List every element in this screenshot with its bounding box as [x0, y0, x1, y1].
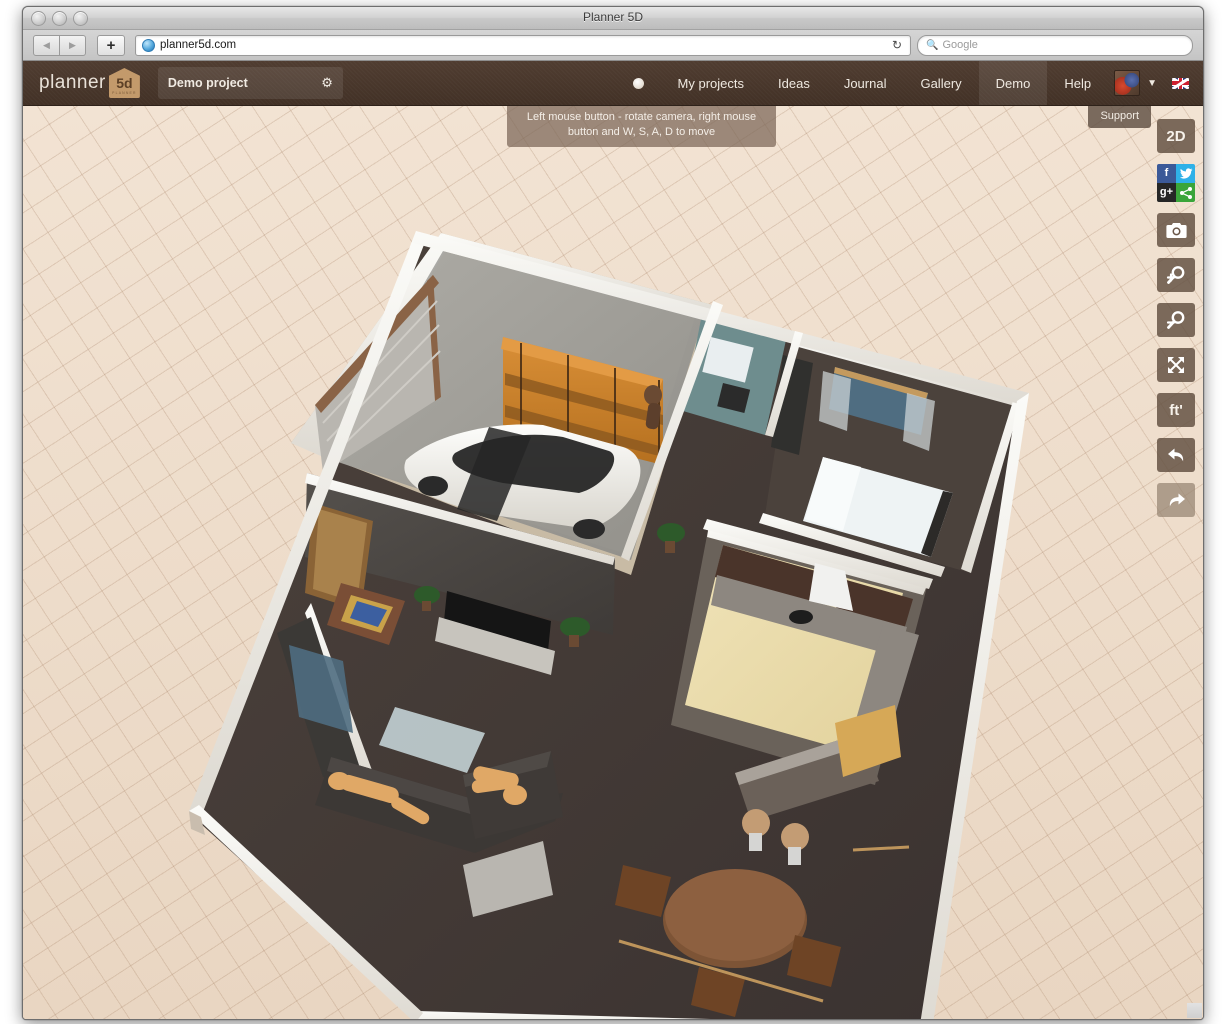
planner5d-logo[interactable]: planner 5d PLANNER	[23, 61, 148, 105]
googleplus-share-button[interactable]: g+	[1157, 183, 1176, 202]
redo-arrow-icon	[1166, 491, 1187, 510]
globe-favicon-icon	[142, 39, 155, 52]
nav-item-demo[interactable]: Demo	[979, 61, 1048, 105]
twitter-bird-icon	[1179, 168, 1193, 180]
app-header: planner 5d PLANNER Demo project ⚙ My pro…	[23, 61, 1203, 106]
camera-icon	[1166, 222, 1187, 239]
url-text: planner5d.com	[160, 39, 236, 51]
support-button[interactable]: Support	[1088, 105, 1151, 128]
share-nodes-icon	[1179, 186, 1193, 200]
redo-button[interactable]	[1157, 483, 1195, 517]
logo-house-badge-icon: 5d PLANNER	[109, 68, 140, 98]
screenshot-button[interactable]	[1157, 213, 1195, 247]
nav-item-help[interactable]: Help	[1047, 61, 1108, 105]
expand-arrows-icon	[1166, 355, 1186, 375]
browser-toolbar: ◀ ▶ + planner5d.com ↻ 🔍 Google	[23, 30, 1203, 61]
units-button[interactable]: ft'	[1157, 393, 1195, 427]
nav-item-my-projects[interactable]: My projects	[661, 61, 761, 105]
nav-item-ideas[interactable]: Ideas	[761, 61, 827, 105]
zoom-out-button[interactable]	[1157, 303, 1195, 337]
logo-wordmark: planner	[39, 72, 106, 94]
viewport-toolbar: 2D f g+	[1157, 119, 1195, 528]
main-navigation: My projects Ideas Journal Gallery Demo H…	[616, 61, 1203, 105]
nav-item-gallery[interactable]: Gallery	[903, 61, 978, 105]
forward-button[interactable]: ▶	[60, 35, 86, 56]
browser-titlebar: Planner 5D	[23, 7, 1203, 30]
3d-viewport[interactable]: Left mouse button - rotate camera, right…	[23, 105, 1203, 1020]
window-title: Planner 5D	[23, 10, 1203, 24]
navigation-buttons: ◀ ▶	[33, 35, 86, 56]
magnifier-minus-icon	[1166, 310, 1186, 330]
zoom-in-button[interactable]	[1157, 258, 1195, 292]
back-arrow-icon: ◀	[43, 41, 50, 50]
view-2d-button[interactable]: 2D	[1157, 119, 1195, 153]
logo-badge-subtext: PLANNER	[112, 91, 136, 95]
search-placeholder: Google	[942, 39, 977, 51]
forward-arrow-icon: ▶	[69, 41, 76, 50]
magnifier-plus-icon	[1166, 265, 1186, 285]
undo-arrow-icon	[1166, 446, 1187, 465]
project-name: Demo project	[168, 76, 248, 90]
twitter-share-button[interactable]	[1176, 164, 1195, 183]
fullscreen-button[interactable]	[1157, 348, 1195, 382]
back-button[interactable]: ◀	[33, 35, 60, 56]
new-tab-button[interactable]: +	[97, 35, 125, 56]
share-button[interactable]	[1176, 183, 1195, 202]
undo-button[interactable]	[1157, 438, 1195, 472]
floorplan-render[interactable]	[23, 105, 1203, 1020]
address-bar[interactable]: planner5d.com ↻	[135, 35, 911, 56]
uk-flag-icon[interactable]	[1172, 78, 1189, 89]
logo-badge-text: 5d	[116, 76, 132, 90]
chevron-down-icon[interactable]: ▼	[1147, 78, 1157, 89]
avatar[interactable]	[1114, 70, 1140, 96]
window-resize-grip[interactable]	[1187, 1003, 1202, 1018]
project-selector[interactable]: Demo project ⚙	[158, 67, 343, 99]
facebook-share-button[interactable]: f	[1157, 164, 1176, 183]
search-icon: 🔍	[926, 40, 938, 51]
camera-hint-tooltip: Left mouse button - rotate camera, right…	[507, 105, 776, 147]
browser-window: Planner 5D ◀ ▶ + planner5d.com ↻ 🔍 Googl…	[22, 6, 1204, 1020]
nav-item-journal[interactable]: Journal	[827, 61, 904, 105]
search-input[interactable]: 🔍 Google	[917, 35, 1193, 56]
gear-icon[interactable]: ⚙	[321, 75, 333, 91]
web-page: planner 5d PLANNER Demo project ⚙ My pro…	[23, 61, 1203, 1020]
desktop-background: Planner 5D ◀ ▶ + planner5d.com ↻ 🔍 Googl…	[0, 0, 1224, 1024]
nav-item-home[interactable]	[616, 61, 661, 105]
circle-icon	[633, 78, 644, 89]
social-share-group[interactable]: f g+	[1157, 164, 1195, 202]
reload-icon[interactable]: ↻	[892, 38, 904, 52]
